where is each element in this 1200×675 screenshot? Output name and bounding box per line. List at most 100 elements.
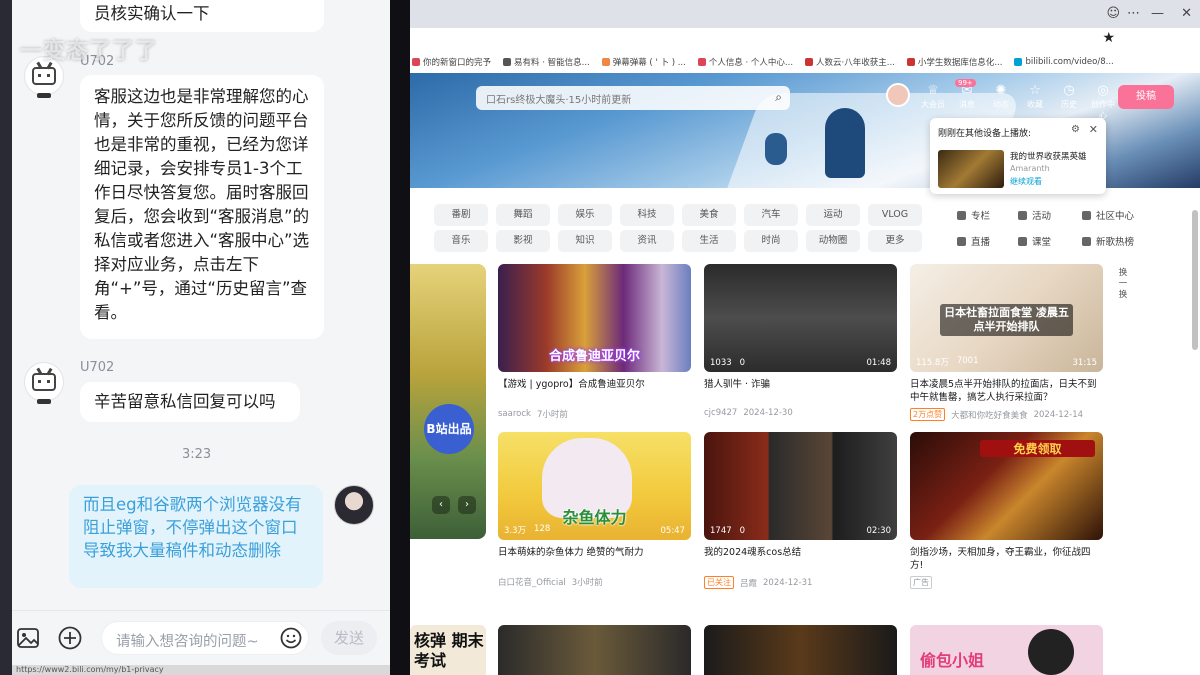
category-item[interactable]: 音乐 [434, 230, 488, 252]
browser-tab-strip: ☺ ⋯ — ✕ [410, 0, 1200, 28]
search-input[interactable]: 口石rs终极大魔头·15小时前更新 ⌕ [476, 86, 790, 110]
menu-icon[interactable]: ⋯ [1127, 6, 1140, 21]
category-item[interactable]: 影视 [496, 230, 550, 252]
side-link-live[interactable]: 直播 [957, 234, 990, 248]
video-card[interactable]: 免费领取 剑指沙场，天相加身，夺王霸业，你征战四方! 广告 [910, 432, 1103, 589]
video-title[interactable]: 剑指沙场，天相加身，夺王霸业，你征战四方! [910, 546, 1103, 572]
uploader-name[interactable]: cjc9427 [704, 408, 737, 418]
popup-title: 刚刚在其他设备上播放: [938, 129, 1032, 139]
uploader-name[interactable]: saarock [498, 409, 531, 419]
category-item[interactable]: 娱乐 [558, 204, 612, 226]
category-item[interactable]: 舞蹈 [496, 204, 550, 226]
account-icon[interactable]: ☺ [1106, 6, 1120, 21]
uploader-name[interactable]: 吕霞 [740, 577, 757, 589]
video-thumbnail[interactable] [704, 625, 897, 675]
popup-video-thumbnail[interactable] [938, 150, 1004, 188]
video-thumbnail[interactable] [498, 625, 691, 675]
category-item[interactable]: 美食 [682, 204, 736, 226]
desktop-edge [0, 0, 12, 675]
refresh-button[interactable]: 换一换 [1116, 268, 1130, 301]
side-link-column[interactable]: 专栏 [957, 208, 990, 222]
category-item[interactable]: 知识 [558, 230, 612, 252]
category-item[interactable]: VLOG [868, 204, 922, 226]
category-item[interactable]: 科技 [620, 204, 674, 226]
chat-message-list[interactable]: 员核实确认一下 U702 客服这边也是非常理解您的心情，关于您所反馈的问题平台也… [12, 0, 390, 610]
close-icon[interactable]: ✕ [1089, 123, 1098, 136]
header-nav-dynamic[interactable]: ✺ 动态 [988, 83, 1014, 121]
video-card[interactable]: 1747 0 02:30 我的2024魂系cos总结 已关注 吕霞 2024-12-3… [704, 432, 897, 589]
header-nav-history[interactable]: ◷ 历史 [1056, 83, 1082, 121]
play-count: 1747 [710, 526, 732, 536]
video-title[interactable]: 日本萌妹的杂鱼体力 绝赞的气耐力 [498, 546, 691, 572]
bookmark-item[interactable]: 个人信息 · 个人中心... [697, 56, 793, 68]
play-count: 1033 [710, 358, 732, 368]
minimize-icon[interactable]: — [1151, 6, 1164, 21]
bookmark-item[interactable]: 小学生数据库信息化... [906, 56, 1002, 68]
bookmark-item[interactable]: 弹幕弹幕 ( ' 卜 ) ... [601, 56, 686, 68]
video-thumbnail[interactable]: 1033 0 01:48 [704, 264, 897, 372]
add-attachment-icon[interactable] [57, 625, 83, 651]
video-title[interactable]: 【游戏 | ygopro】合成鲁迪亚贝尔 [498, 378, 691, 404]
bookmark-item[interactable]: 人数云·八年收获主... [805, 56, 895, 68]
avatar[interactable] [886, 83, 910, 107]
video-title[interactable]: 日本凌晨5点半开始排队的拉面店，日夫不到中午就售罄，搞艺人执行采拉面？ [910, 378, 1103, 404]
lightbulb-icon: ◎ [1097, 83, 1109, 98]
settings-icon[interactable]: ⚙ [1071, 124, 1080, 135]
search-icon[interactable]: ⌕ [775, 90, 782, 105]
featured-carousel[interactable]: B站出品 ‹ › [410, 264, 486, 539]
header-nav-vip[interactable]: ♕ 大会员 [920, 83, 946, 121]
header-nav-creator[interactable]: ◎ 创作中心 [1090, 83, 1116, 121]
video-card[interactable]: 日本社畜拉面食堂 凌晨五点半开始排队 115.8万 7001 31:15 日本凌晨… [910, 264, 1103, 421]
image-upload-icon[interactable] [15, 625, 41, 651]
side-link-community[interactable]: 社区中心 [1082, 208, 1134, 222]
continue-watching-link[interactable]: 继续观看 [1010, 176, 1042, 187]
upload-date: 2024-12-14 [1033, 409, 1084, 420]
bookmark-icon [805, 58, 814, 66]
bookmark-icon [906, 58, 915, 66]
uploader-name[interactable]: 大都和你吃好食美食 [951, 409, 1028, 421]
video-thumbnail[interactable]: 偷包小姐 [910, 625, 1103, 675]
header-nav-favorites[interactable]: ☆ 收藏 [1022, 83, 1048, 121]
video-thumbnail[interactable]: 杂鱼体力 3.3万 128 05:47 [498, 432, 691, 540]
side-link-activity[interactable]: 活动 [1018, 208, 1051, 222]
category-more-dropdown[interactable]: 更多 [868, 230, 922, 252]
popup-uploader: Amaranth [1010, 164, 1050, 173]
side-link-course[interactable]: 课堂 [1018, 234, 1051, 248]
category-item[interactable]: 番剧 [434, 204, 488, 226]
bookmark-item[interactable]: 你的新窗口的完予 [412, 56, 491, 68]
bookmark-item[interactable]: bilibili.com/video/8... [1014, 57, 1114, 67]
upload-date: 2024-12-31 [763, 577, 813, 588]
scrollbar[interactable] [1192, 210, 1198, 350]
bookmarks-bar: 你的新窗口的完予 易有料 · 智能信息... 弹幕弹幕 ( ' 卜 ) ... … [410, 52, 1200, 72]
emoji-icon[interactable] [278, 625, 304, 651]
video-thumbnail[interactable]: 核弹 期末考试 [410, 625, 486, 675]
send-button[interactable]: 发送 [321, 621, 377, 655]
video-thumbnail[interactable]: 日本社畜拉面食堂 凌晨五点半开始排队 115.8万 7001 31:15 [910, 264, 1103, 372]
close-window-icon[interactable]: ✕ [1181, 6, 1192, 21]
bookmark-item[interactable]: 易有料 · 智能信息... [503, 56, 590, 68]
category-item[interactable]: 汽车 [744, 204, 798, 226]
video-card[interactable]: 1033 0 01:48 猎人驯牛 · 诈骗 cjc9427 2024-12-30 [704, 264, 897, 418]
video-title[interactable]: 猎人驯牛 · 诈骗 [704, 378, 897, 404]
carousel-next-button[interactable]: › [458, 496, 476, 514]
address-bar[interactable] [410, 28, 1200, 50]
video-thumbnail[interactable]: 免费领取 [910, 432, 1103, 540]
category-item[interactable]: 资讯 [620, 230, 674, 252]
video-card[interactable]: 合成鲁迪亚贝尔 【游戏 | ygopro】合成鲁迪亚贝尔 saarock 7小时前 [498, 264, 691, 420]
header-nav-messages[interactable]: ✉ 消息 [954, 83, 980, 121]
category-item[interactable]: 生活 [682, 230, 736, 252]
category-item[interactable]: 运动 [806, 204, 860, 226]
side-link-music-chart[interactable]: 新歌热榜 [1082, 234, 1134, 248]
category-item[interactable]: 动物圈 [806, 230, 860, 252]
video-title[interactable]: 我的2024魂系cos总结 [704, 546, 897, 572]
video-duration: 05:47 [660, 526, 686, 536]
upload-button[interactable]: 投稿 [1118, 85, 1174, 109]
video-thumbnail[interactable]: 1747 0 02:30 [704, 432, 897, 540]
popup-video-title[interactable]: 我的世界收获黑英雄 [1010, 150, 1100, 162]
carousel-prev-button[interactable]: ‹ [432, 496, 450, 514]
video-thumbnail[interactable]: 合成鲁迪亚贝尔 [498, 264, 691, 372]
video-card[interactable]: 杂鱼体力 3.3万 128 05:47 日本萌妹的杂鱼体力 绝赞的气耐力 白口花音… [498, 432, 691, 588]
uploader-name[interactable]: 白口花音_Official [498, 576, 566, 588]
category-item[interactable]: 时尚 [744, 230, 798, 252]
bookmark-star-icon[interactable]: ★ [1102, 30, 1115, 46]
